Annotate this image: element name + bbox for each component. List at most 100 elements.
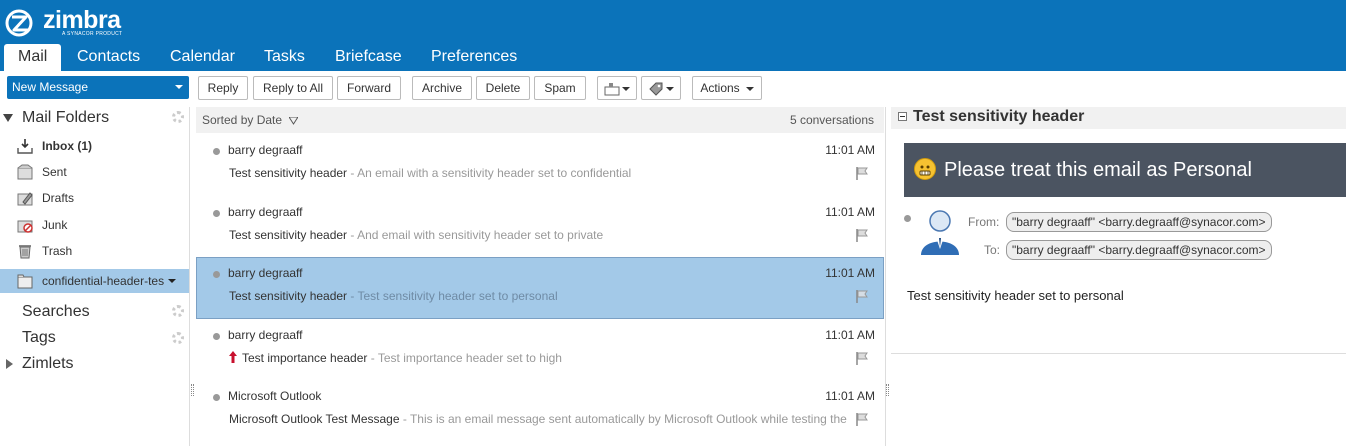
resize-grip-icon[interactable] [886,384,889,396]
gear-icon[interactable] [172,111,184,123]
sidebar-item-inbox[interactable]: Inbox (1) [0,134,189,158]
sensitivity-banner: Please treat this email as Personal [904,143,1346,197]
list-item[interactable]: barry degraaff 11:01 AM Test importance … [196,319,884,381]
tab-calendar[interactable]: Calendar [170,44,235,71]
sidebar-item-drafts[interactable]: Drafts [0,186,189,210]
sidebar-item-confidential-header[interactable]: confidential-header-tes [0,269,189,293]
row-time: 11:01 AM [825,389,875,403]
tab-contacts[interactable]: Contacts [77,44,140,71]
move-to-folder-icon [604,82,620,96]
row-sender: barry degraaff [228,266,303,280]
list-item[interactable]: Microsoft Outlook 11:01 AM Microsoft Out… [196,380,884,442]
tab-tasks[interactable]: Tasks [264,44,305,71]
sort-label[interactable]: Sorted by Date [202,107,282,133]
brand-tagline: A SYNACOR PRODUCT [62,31,123,37]
zimbra-logo[interactable]: zimbra A SYNACOR PRODUCT [4,6,126,39]
unread-dot-icon[interactable] [904,215,911,222]
row-sender: Microsoft Outlook [228,389,322,403]
sidebar: Mail Folders Inbox (1) Sent Drafts Junk [0,107,189,446]
actions-label: Actions [700,81,740,95]
tab-briefcase[interactable]: Briefcase [335,44,402,71]
sidebar-item-label: Sent [42,165,67,179]
sidebar-item-label: confidential-header-tes [42,274,165,288]
unread-dot-icon[interactable] [213,148,220,155]
top-bar: zimbra A SYNACOR PRODUCT Mail Contacts C… [0,0,1346,71]
unread-dot-icon[interactable] [213,394,220,401]
tag-button[interactable] [641,76,681,100]
sidebar-item-junk[interactable]: Junk [0,213,189,237]
spam-button[interactable]: Spam [534,76,586,100]
chevron-down-icon [666,86,674,91]
chevron-down-icon[interactable] [168,279,176,283]
from-label: From: [968,215,1000,229]
actions-button[interactable]: Actions [692,76,762,100]
flag-icon[interactable] [856,229,868,242]
row-subject-text: Microsoft Outlook Test Message [229,412,400,426]
tab-preferences[interactable]: Preferences [431,44,517,71]
tags-header[interactable]: Tags [22,327,56,349]
high-priority-icon [229,351,237,363]
row-fragment: - Test sensitivity header set to persona… [347,289,558,303]
row-subject-text: Test sensitivity header [229,289,348,303]
junk-icon [17,220,33,233]
new-message-button[interactable]: New Message [7,76,189,99]
flag-icon[interactable] [856,352,868,365]
row-subject: Test sensitivity header - Test sensitivi… [229,289,558,303]
folder-icon [17,274,33,289]
sort-descending-icon[interactable] [289,117,298,125]
gear-icon[interactable] [172,305,184,317]
collapse-icon[interactable] [898,112,907,121]
new-message-label: New Message [12,80,89,94]
row-fragment: - An email with a sensitivity header set… [347,166,632,180]
move-button[interactable] [597,76,637,100]
gear-icon[interactable] [172,332,184,344]
row-time: 11:01 AM [825,266,875,280]
from-address[interactable]: "barry degraaff" <barry.degraaff@synacor… [1006,212,1272,232]
row-sender: barry degraaff [228,205,303,219]
resize-grip-icon[interactable] [191,384,194,396]
zimlets-label: Zimlets [22,355,74,372]
sensitivity-text: Please treat this email as Personal [944,159,1252,181]
row-time: 11:01 AM [825,328,875,342]
row-subject: Test sensitivity header - An email with … [229,166,631,180]
unread-dot-icon[interactable] [213,271,220,278]
flag-icon[interactable] [856,413,868,426]
forward-button[interactable]: Forward [337,76,401,100]
list-item[interactable]: barry degraaff 11:01 AM Test sensitivity… [196,134,884,196]
zimbra-logo-icon [5,9,33,37]
reply-all-button[interactable]: Reply to All [253,76,333,100]
row-subject-text: Test sensitivity header [229,228,348,242]
expand-icon[interactable] [3,114,13,122]
row-fragment: - Test importance header set to high [367,351,562,365]
tab-mail[interactable]: Mail [4,44,62,71]
sash-divider [189,107,190,446]
row-time: 11:01 AM [825,143,875,157]
reply-button[interactable]: Reply [198,76,248,100]
unread-dot-icon[interactable] [213,210,220,217]
to-address[interactable]: "barry degraaff" <barry.degraaff@synacor… [1006,240,1272,260]
expand-icon[interactable] [6,359,13,369]
avatar [921,210,959,255]
flag-icon[interactable] [856,290,868,303]
list-item-selected[interactable]: barry degraaff 11:01 AM Test sensitivity… [196,257,884,319]
row-subject: Test importance header - Test importance… [229,351,562,365]
sidebar-item-trash[interactable]: Trash [0,239,189,263]
list-item[interactable]: barry degraaff 11:01 AM Test sensitivity… [196,196,884,258]
flag-icon[interactable] [856,167,868,180]
searches-header[interactable]: Searches [22,301,90,323]
divider [891,353,1346,354]
chevron-down-icon[interactable] [175,85,183,89]
archive-button[interactable]: Archive [412,76,472,100]
mail-folders-label: Mail Folders [22,109,110,126]
row-sender: barry degraaff [228,143,303,157]
row-subject: Test sensitivity header - And email with… [229,228,603,242]
sidebar-item-sent[interactable]: Sent [0,160,189,184]
drafts-icon [17,192,33,206]
sent-icon [17,164,33,180]
delete-button[interactable]: Delete [476,76,530,100]
row-sender: barry degraaff [228,328,303,342]
reading-pane: Test sensitivity header Please treat thi… [891,107,1346,446]
sidebar-item-label: Junk [42,218,68,232]
unread-dot-icon[interactable] [213,333,220,340]
row-subject: Microsoft Outlook Test Message - This is… [229,412,847,426]
